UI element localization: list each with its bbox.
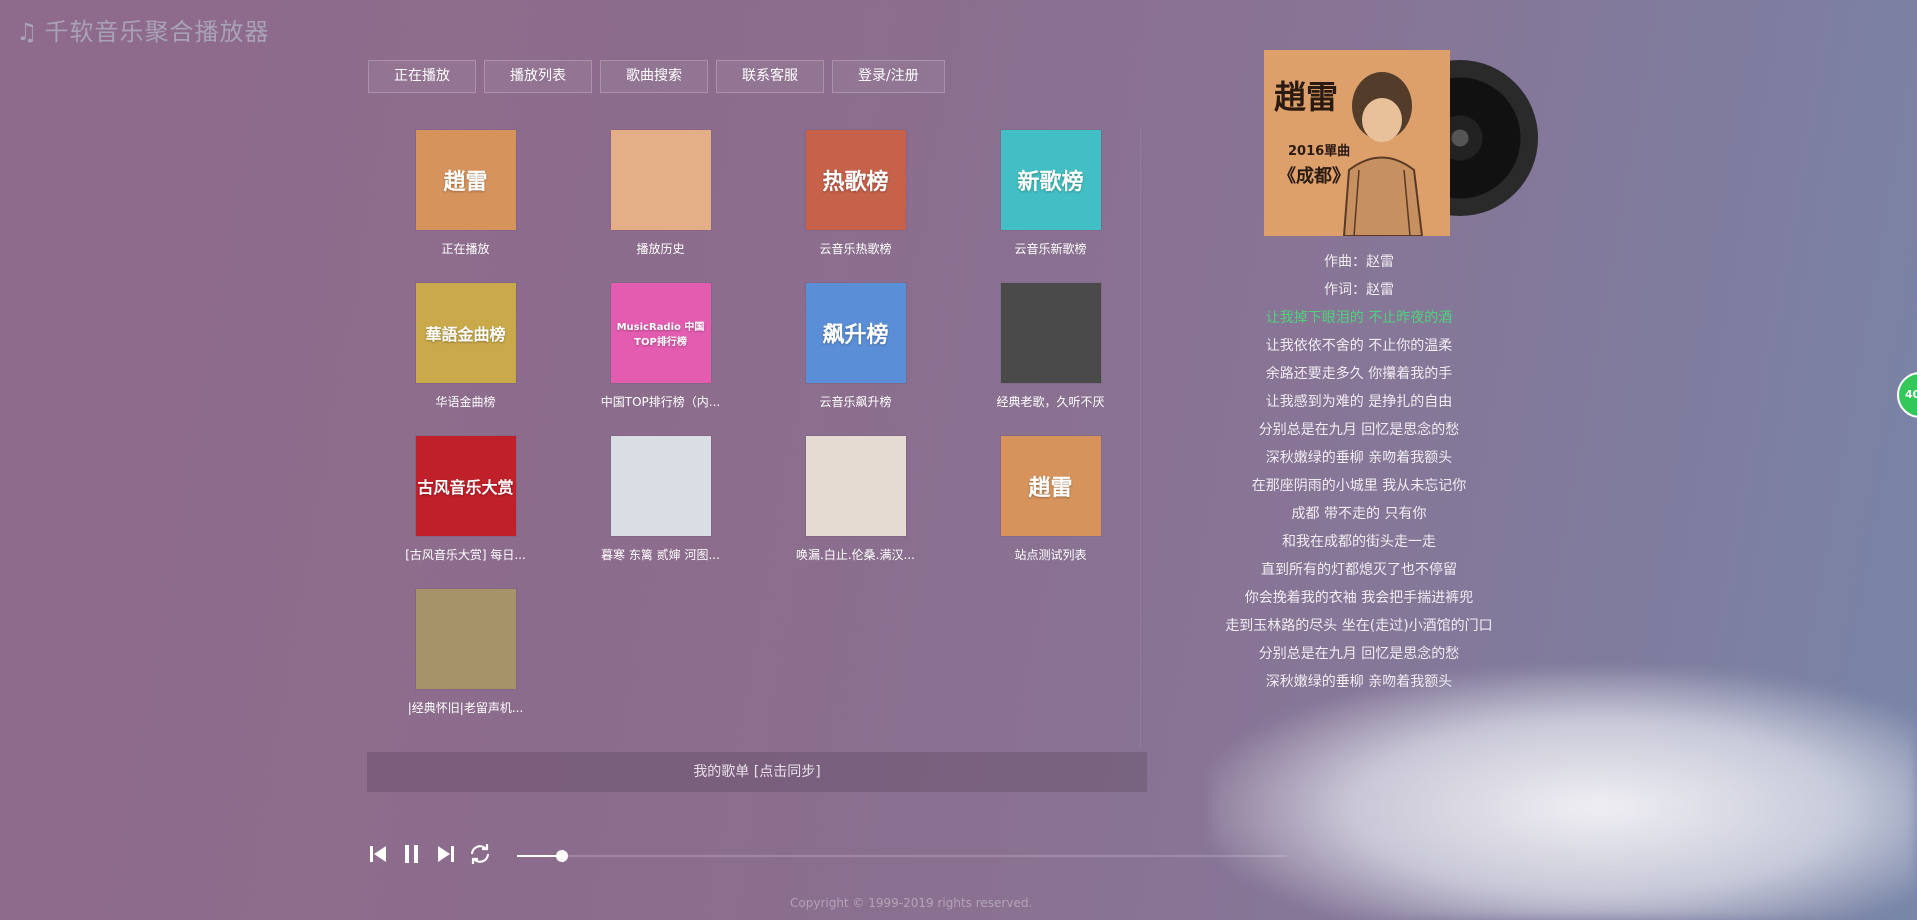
lyric-line: 走到玉林路的尽头 坐在(走过)小酒馆的门口 [1225,618,1493,634]
lyric-line: 让我感到为难的 是挣扎的自由 [1265,394,1453,410]
cover-text: 新歌榜 [1017,170,1084,195]
side-float-badge[interactable]: 40 [1897,372,1917,418]
playlist-grid-panel: 趙雷 正在播放 播放历史 热歌榜 云音乐热歌榜 新歌榜 云音乐新歌榜 華語金曲榜 华语金曲榜 Mu… [368,128,1141,748]
playlist-caption: 云音乐飙升榜 [819,395,892,409]
playlist-cover[interactable]: MusicRadio 中国TOP排行榜 [610,283,711,383]
playlist-cover[interactable] [1000,283,1101,383]
cover-text: 趙雷 [443,170,488,195]
lyric-line: 和我在成都的街头走一走 [1282,534,1436,550]
playlist-tile[interactable]: 热歌榜 云音乐热歌榜 [758,128,953,257]
playlist-cover[interactable]: 热歌榜 [805,130,906,230]
lyric-line: 余路还要走多久 你攥着我的手 [1265,366,1453,382]
my-playlist-sync-bar[interactable]: 我的歌单 [点击同步] [367,752,1147,792]
playlist-caption: 云音乐热歌榜 [819,242,892,256]
playlist-caption: 暮寒 东篱 贰婶 河图... [601,548,720,562]
lyric-line: 分别总是在九月 回忆是思念的愁 [1258,646,1460,662]
nav-contact[interactable]: 联系客服 [716,60,824,93]
playlist-cover[interactable]: 飙升榜 [805,283,906,383]
playlist-tile[interactable]: 新歌榜 云音乐新歌榜 [953,128,1148,257]
playlist-cover[interactable]: 古风音乐大赏 [415,436,516,536]
progress-track[interactable] [517,850,1287,862]
music-note-icon: ♫ [16,18,39,46]
lyrics-panel: 作曲：赵雷作词：赵雷让我掉下眼泪的 不止昨夜的酒 让我依依不舍的 不止你的温柔 余路… [1194,248,1524,696]
playlist-tile[interactable]: 華語金曲榜华语金曲榜 [368,281,563,410]
cover-text: 華語金曲榜 [425,325,506,344]
lyric-line: 作词：赵雷 [1324,282,1394,298]
top-nav: 正在播放 播放列表 歌曲搜索 联系客服 登录/注册 [368,60,945,93]
playlist-cover[interactable]: 趙雷 [415,130,516,230]
cover-text: 古风音乐大赏 [417,478,514,497]
loop-icon[interactable] [468,842,492,866]
playlist-caption: 正在播放 [441,242,490,256]
playlist-tile[interactable]: 飙升榜 云音乐飙升榜 [758,281,953,410]
playlist-caption: 经典老歌，久听不厌 [996,395,1105,409]
playlist-tile[interactable]: 暮寒 东篱 贰婶 河图... [563,434,758,563]
album-art-area: 趙雷 2016單曲 《成都》 [1264,50,1538,236]
playlist-tile[interactable]: 趙雷 正在播放 [368,128,563,257]
cover-text: MusicRadio 中国TOP排行榜 [616,322,705,348]
player-controls [366,842,492,866]
lyric-line: 你会挽着我的衣袖 我会把手揣进裤兜 [1244,590,1474,606]
nav-playlist[interactable]: 播放列表 [484,60,592,93]
cover-text: 飙升榜 [822,323,889,348]
lyric-line: 在那座阴雨的小城里 我从未忘记你 [1251,478,1467,494]
playlist-cover[interactable]: 趙雷 [1000,436,1101,536]
app-title: ♫ 千软音乐聚合播放器 [16,12,270,47]
cover-text: 趙雷 [1028,476,1073,501]
playlist-caption: 云音乐新歌榜 [1014,242,1087,256]
playlist-caption: 站点测试列表 [1014,548,1087,562]
skip-previous-icon[interactable] [366,842,390,866]
progress-fill [517,855,562,857]
playlist-tile[interactable]: 趙雷 站点测试列表 [953,434,1148,563]
nav-now-playing[interactable]: 正在播放 [368,60,476,93]
lyric-line: 让我依依不舍的 不止你的温柔 [1265,338,1453,354]
playlist-caption: 唤漏.白止.伦桑.满汉... [796,548,915,562]
album-song: 《成都》 [1278,166,1350,187]
lyric-line: 分别总是在九月 回忆是思念的愁 [1258,422,1460,438]
lyric-line: 深秋嫩绿的垂柳 亲吻着我额头 [1265,450,1453,466]
playlist-caption: 中国TOP排行榜（内... [600,395,721,409]
playlist-cover[interactable]: 新歌榜 [1000,130,1101,230]
playlist-tile[interactable]: MusicRadio 中国TOP排行榜中国TOP排行榜（内... [563,281,758,410]
album-subtitle: 2016單曲 [1288,144,1351,159]
playlist-cover[interactable] [610,436,711,536]
playlist-tile[interactable]: 经典老歌，久听不厌 [953,281,1148,410]
playlist-tile[interactable]: 古风音乐大赏 [古风音乐大赏] 每日... [368,434,563,563]
nav-login[interactable]: 登录/注册 [832,60,945,93]
album-title: 趙雷 [1274,78,1339,116]
app-title-text: 千软音乐聚合播放器 [44,18,270,46]
playlist-caption: |经典怀旧|老留声机... [407,701,524,715]
nav-search[interactable]: 歌曲搜索 [600,60,708,93]
playlist-tile[interactable]: 播放历史 [563,128,758,257]
playlist-cover[interactable]: 華語金曲榜 [415,283,516,383]
watermark-blur [1210,670,1917,920]
lyric-line: 作曲：赵雷 [1324,254,1394,270]
playlist-tile[interactable]: |经典怀旧|老留声机... [368,587,563,716]
playlist-cover[interactable] [415,589,516,689]
playlist-caption: 播放历史 [636,242,685,256]
progress-knob[interactable] [555,850,568,862]
playlist-caption: [古风音乐大赏] 每日... [405,548,526,562]
lyric-line: 成都 带不走的 只有你 [1291,506,1427,522]
playlist-tile[interactable]: 唤漏.白止.伦桑.满汉... [758,434,953,563]
pause-icon[interactable] [400,842,424,866]
album-cover: 趙雷 2016單曲 《成都》 [1264,50,1450,236]
copyright: Copyright © 1999-2019 rights reserved. [790,896,1033,910]
skip-next-icon[interactable] [434,842,458,866]
playlist-caption: 华语金曲榜 [435,395,496,409]
cover-text: 热歌榜 [822,170,889,195]
playlist-cover[interactable] [805,436,906,536]
lyric-line: 让我掉下眼泪的 不止昨夜的酒 [1265,310,1453,326]
lyric-line: 直到所有的灯都熄灭了也不停留 [1261,562,1457,578]
playlist-cover[interactable] [610,130,711,230]
